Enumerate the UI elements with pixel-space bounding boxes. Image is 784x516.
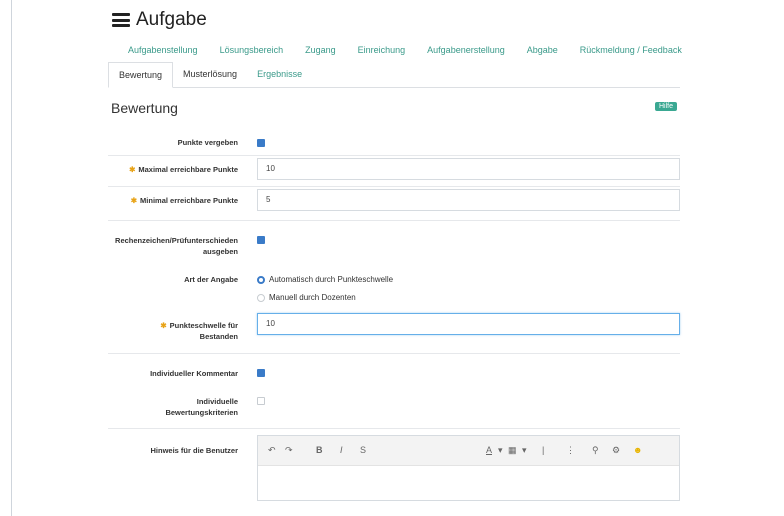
page-header: Aufgabe — [112, 9, 207, 31]
individual-comments-checkbox[interactable] — [257, 369, 265, 377]
individual-rating-checkbox[interactable] — [257, 397, 265, 405]
divider — [108, 220, 680, 221]
more-options-icon[interactable]: ⋮ — [566, 445, 575, 456]
list-icon — [112, 13, 130, 27]
grade-type-label: Art der Angabe — [184, 275, 238, 284]
background-color-dropdown-icon[interactable]: ▾ — [522, 445, 527, 456]
background-color-icon[interactable]: ▦ — [508, 445, 517, 456]
settings-icon[interactable]: ⚙ — [612, 445, 620, 456]
max-points-input[interactable]: 10 — [257, 158, 680, 180]
threshold-label: ✱ Punkteschwelle für Bestanden — [160, 321, 238, 341]
tab-musterloesung[interactable]: Musterlösung — [173, 62, 247, 88]
left-border — [11, 0, 12, 516]
align-icon[interactable]: | — [542, 445, 544, 455]
tab-ergebnisse[interactable]: Ergebnisse — [247, 62, 312, 88]
subtab-zugang[interactable]: Zugang — [305, 45, 336, 55]
min-points-input[interactable]: 5 — [257, 189, 680, 211]
required-star-icon: ✱ — [129, 165, 136, 174]
link-icon[interactable]: ⚲ — [592, 445, 599, 456]
subtab-nav: Aufgabenstellung Lösungsbereich Zugang E… — [128, 45, 682, 55]
divider — [108, 428, 680, 429]
divider — [108, 186, 680, 187]
undo-icon[interactable]: ↶ — [268, 445, 276, 456]
font-color-dropdown-icon[interactable]: ▾ — [498, 445, 503, 456]
tab-bewertung[interactable]: Bewertung — [108, 62, 174, 88]
max-points-label: ✱ Maximal erreichbare Punkte — [129, 165, 238, 174]
font-color-icon[interactable]: A — [486, 445, 492, 455]
tab-bar: Bewertung Musterlösung Ergebnisse — [108, 62, 680, 88]
radio-automatic-label: Automatisch durch Punkteschwelle — [269, 275, 394, 284]
threshold-input[interactable]: 10 — [257, 313, 680, 335]
divider — [108, 155, 680, 156]
subtab-abgabe[interactable]: Abgabe — [527, 45, 558, 55]
individual-comments-label: Individueller Kommentar — [150, 369, 238, 378]
punkte-vergeben-label: Punkte vergeben — [177, 138, 238, 147]
radio-automatic[interactable] — [257, 276, 265, 284]
divider — [108, 353, 680, 354]
emoji-icon[interactable]: ☻ — [633, 445, 642, 455]
subtab-aufgabenstellung[interactable]: Aufgabenstellung — [128, 45, 198, 55]
section-title: Bewertung — [111, 100, 178, 116]
notes-editor[interactable]: ↶ ↷ B I S A ▾ ▦ ▾ | ⋮ ⚲ ⚙ ☻ — [257, 435, 680, 501]
editor-toolbar: ↶ ↷ B I S A ▾ ▦ ▾ | ⋮ ⚲ ⚙ ☻ — [258, 436, 679, 466]
help-button[interactable]: Hilfe — [655, 102, 678, 111]
punkte-vergeben-checkbox[interactable] — [257, 139, 265, 147]
subtab-feedback[interactable]: Rückmeldung / Feedback — [580, 45, 682, 55]
min-points-label: ✱ Minimal erreichbare Punkte — [130, 196, 238, 205]
rounding-checkbox[interactable] — [257, 236, 265, 244]
subtab-loesungsbereich[interactable]: Lösungsbereich — [220, 45, 284, 55]
subtab-einreichung[interactable]: Einreichung — [358, 45, 406, 55]
required-star-icon: ✱ — [130, 196, 138, 205]
italic-icon[interactable]: I — [340, 445, 343, 455]
radio-manual-label: Manuell durch Dozenten — [269, 293, 356, 302]
individual-rating-label: Individuelle Bewertungskriterien — [165, 397, 238, 417]
subtab-aufgabenerstellung[interactable]: Aufgabenerstellung — [427, 45, 505, 55]
notes-label: Hinweis für die Benutzer — [150, 446, 238, 455]
radio-manual[interactable] — [257, 294, 265, 302]
rounding-label: Rechenzeichen/Prüfunterschieden ausgeben — [115, 236, 238, 256]
required-star-icon: ✱ — [160, 321, 167, 330]
bold-icon[interactable]: B — [316, 445, 323, 455]
strikethrough-icon[interactable]: S — [360, 445, 366, 455]
page-title: Aufgabe — [136, 9, 207, 30]
redo-icon[interactable]: ↷ — [285, 445, 293, 456]
